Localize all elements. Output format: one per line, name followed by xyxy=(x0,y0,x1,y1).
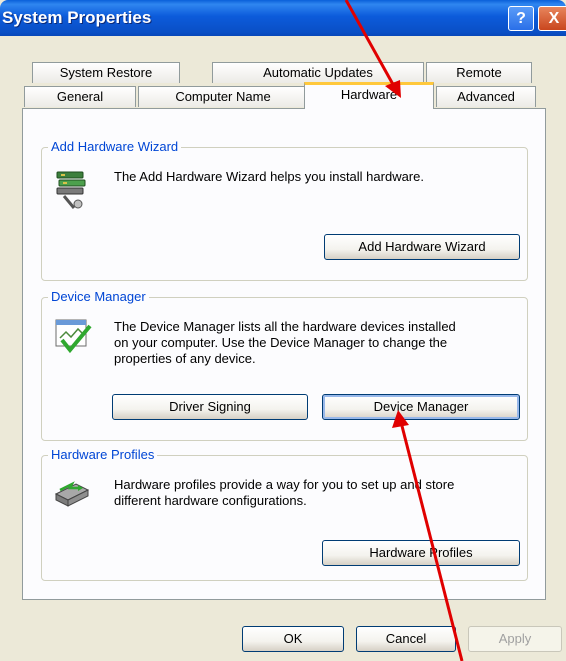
title-bar[interactable]: System Properties ? X xyxy=(0,0,566,36)
hardware-tab-panel: Add Hardware Wizard The Add Hardware Wiz… xyxy=(22,108,546,600)
tab-system-restore[interactable]: System Restore xyxy=(32,62,180,83)
help-button[interactable]: ? xyxy=(508,6,534,31)
device-manager-description-line: The Device Manager lists all the hardwar… xyxy=(114,319,456,334)
device-manager-description: The Device Manager lists all the hardwar… xyxy=(114,319,456,367)
hardware-profiles-description: Hardware profiles provide a way for you … xyxy=(114,477,454,509)
apply-button[interactable]: Apply xyxy=(468,626,562,652)
add-hardware-wizard-button[interactable]: Add Hardware Wizard xyxy=(324,234,520,260)
hardware-profiles-description-line: different hardware configurations. xyxy=(114,493,307,508)
hardware-profiles-button[interactable]: Hardware Profiles xyxy=(322,540,520,566)
device-manager-group: Device Manager The Device Manager lists … xyxy=(41,289,528,441)
cancel-button[interactable]: Cancel xyxy=(356,626,456,652)
add-hardware-wizard-group: Add Hardware Wizard The Add Hardware Wiz… xyxy=(41,139,528,281)
tab-automatic-updates[interactable]: Automatic Updates xyxy=(212,62,424,83)
device-manager-description-line: on your computer. Use the Device Manager… xyxy=(114,335,448,350)
tab-remote[interactable]: Remote xyxy=(426,62,532,83)
tab-computer-name[interactable]: Computer Name xyxy=(138,86,308,107)
device-manager-description-line: properties of any device. xyxy=(114,351,256,366)
window-title: System Properties xyxy=(2,8,152,27)
device-manager-group-title: Device Manager xyxy=(48,289,149,304)
close-button[interactable]: X xyxy=(538,6,566,31)
tab-advanced[interactable]: Advanced xyxy=(436,86,536,107)
device-manager-icon xyxy=(54,318,94,357)
device-manager-button[interactable]: Device Manager xyxy=(322,394,520,420)
hardware-profiles-group-title: Hardware Profiles xyxy=(48,447,158,462)
add-hardware-description: The Add Hardware Wizard helps you instal… xyxy=(114,169,424,184)
tab-general[interactable]: General xyxy=(24,86,136,107)
driver-signing-button[interactable]: Driver Signing xyxy=(112,394,308,420)
hardware-profiles-icon xyxy=(52,476,92,513)
add-hardware-wizard-group-title: Add Hardware Wizard xyxy=(48,139,182,154)
hardware-profiles-group: Hardware Profiles Hardware profiles prov… xyxy=(41,447,528,581)
tab-hardware[interactable]: Hardware xyxy=(304,82,434,109)
add-hardware-icon xyxy=(54,168,90,213)
ok-button[interactable]: OK xyxy=(242,626,344,652)
system-properties-window: System Properties ? X System Restore Aut… xyxy=(0,0,566,661)
hardware-profiles-description-line: Hardware profiles provide a way for you … xyxy=(114,477,455,492)
